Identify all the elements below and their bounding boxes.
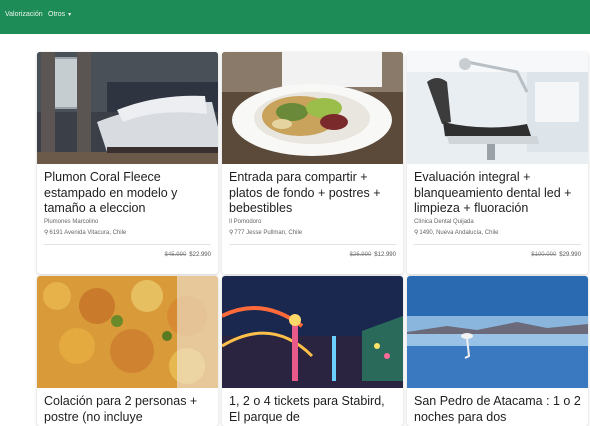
old-price: $45.990: [164, 252, 187, 258]
deal-card[interactable]: San Pedro de Atacama : 1 o 2 noches para…: [407, 276, 588, 426]
deal-title[interactable]: Entrada para compartir + platos de fondo…: [229, 170, 397, 217]
deal-address-text: 777 Jesse Pullman, Chile: [234, 230, 303, 236]
old-price: $100.000: [531, 252, 557, 258]
caret-down-icon: ▾: [68, 12, 72, 18]
card-divider: [44, 244, 211, 245]
new-price: $12.990: [374, 252, 396, 258]
deal-merchant: Il Pomodoro: [229, 219, 262, 225]
deal-price: $45.990 $22.990: [165, 252, 211, 258]
deal-title[interactable]: Evaluación integral + blanqueamiento den…: [414, 170, 582, 217]
map-pin-icon: ⚲: [414, 230, 419, 236]
deal-address: ⚲6191 Avenida Vitacura, Chile: [44, 229, 126, 236]
new-price: $29.990: [559, 252, 581, 258]
nav-otros-label: Otros: [48, 11, 66, 18]
deal-merchant: Plumones Marcolino: [44, 219, 99, 225]
card-divider: [229, 244, 396, 245]
deal-image: [407, 276, 588, 388]
deal-title[interactable]: San Pedro de Atacama : 1 o 2 noches para…: [414, 394, 582, 425]
deal-card[interactable]: Plumon Coral Fleece estampado en modelo …: [37, 52, 218, 274]
map-pin-icon: ⚲: [229, 230, 234, 236]
deal-merchant: Clínica Dental Quijada: [414, 219, 474, 225]
deal-card[interactable]: Evaluación integral + blanqueamiento den…: [407, 52, 588, 274]
nav-valorizacion-link[interactable]: Valorización: [5, 11, 43, 18]
deal-image: [37, 52, 218, 164]
deal-card[interactable]: 1, 2 o 4 tickets para Stabird, El parque…: [222, 276, 403, 426]
deal-address-text: 1490, Nueva Andalucía, Chile: [419, 230, 499, 236]
deal-title[interactable]: 1, 2 o 4 tickets para Stabird, El parque…: [229, 394, 397, 425]
deal-title[interactable]: Colación para 2 personas + postre (no in…: [44, 394, 212, 425]
nav-otros-dropdown[interactable]: Otros ▾: [48, 11, 71, 18]
card-divider: [414, 244, 581, 245]
deal-address: ⚲1490, Nueva Andalucía, Chile: [414, 229, 498, 236]
map-pin-icon: ⚲: [44, 230, 49, 236]
deal-address-text: 6191 Avenida Vitacura, Chile: [49, 230, 127, 236]
old-price: $26.990: [349, 252, 372, 258]
deal-address: ⚲777 Jesse Pullman, Chile: [229, 229, 302, 236]
deal-card[interactable]: Colación para 2 personas + postre (no in…: [37, 276, 218, 426]
deal-image: [37, 276, 218, 388]
deal-title[interactable]: Plumon Coral Fleece estampado en modelo …: [44, 170, 212, 217]
deal-price: $100.000 $29.990: [531, 252, 581, 258]
deal-image: [222, 52, 403, 164]
new-price: $22.990: [189, 252, 211, 258]
top-navbar: Valorización Otros ▾: [0, 0, 590, 34]
deal-price: $26.990 $12.990: [350, 252, 396, 258]
deal-image: [222, 276, 403, 388]
deal-image: [407, 52, 588, 164]
deal-card[interactable]: Entrada para compartir + platos de fondo…: [222, 52, 403, 274]
